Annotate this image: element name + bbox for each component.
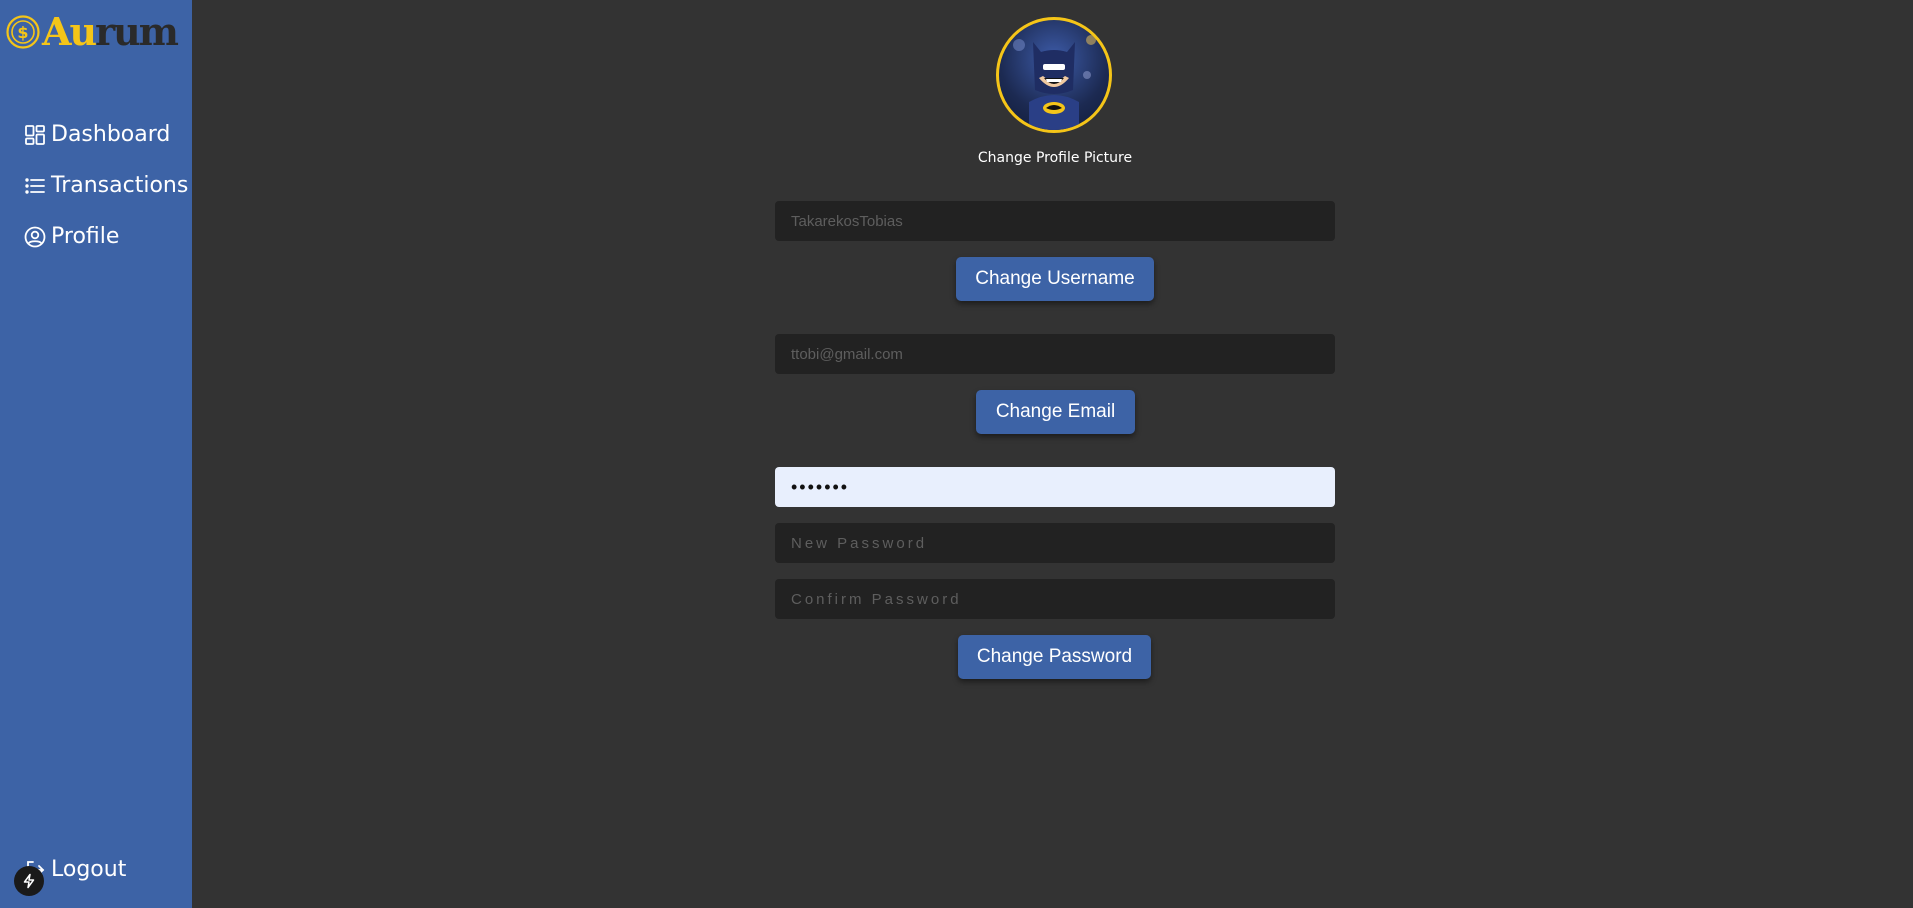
username-input[interactable]: [775, 201, 1335, 241]
change-password-button[interactable]: Change Password: [958, 635, 1151, 679]
change-email-button[interactable]: Change Email: [976, 390, 1135, 434]
dashboard-grid-icon: [24, 124, 46, 146]
change-profile-picture-link[interactable]: Change Profile Picture: [950, 150, 1160, 166]
sidebar-item-profile[interactable]: Profile: [24, 224, 119, 249]
profile-avatar[interactable]: [996, 17, 1112, 133]
devtools-badge[interactable]: [14, 866, 44, 896]
confirm-password-input[interactable]: [775, 579, 1335, 619]
dollar-coin-icon: $: [6, 15, 40, 49]
sidebar-item-label: Transactions: [51, 173, 189, 198]
svg-text:$: $: [17, 23, 28, 42]
new-password-input[interactable]: [775, 523, 1335, 563]
brand-name: Aurum: [42, 9, 179, 54]
sidebar-item-label: Profile: [51, 224, 120, 249]
sidebar: $ Aurum Dashboard Transactions Profile L…: [0, 0, 192, 908]
change-username-button[interactable]: Change Username: [956, 257, 1154, 301]
current-password-input[interactable]: [775, 467, 1335, 507]
list-icon: [24, 175, 46, 197]
sidebar-item-dashboard[interactable]: Dashboard: [24, 122, 170, 147]
sidebar-item-label: Dashboard: [51, 122, 171, 147]
user-circle-icon: [24, 226, 46, 248]
lightning-icon: [23, 873, 35, 889]
email-input[interactable]: [775, 334, 1335, 374]
logout-label: Logout: [51, 857, 127, 882]
sidebar-item-transactions[interactable]: Transactions: [24, 173, 188, 198]
batman-avatar: [1013, 35, 1096, 130]
brand-logo[interactable]: $ Aurum: [6, 9, 179, 54]
